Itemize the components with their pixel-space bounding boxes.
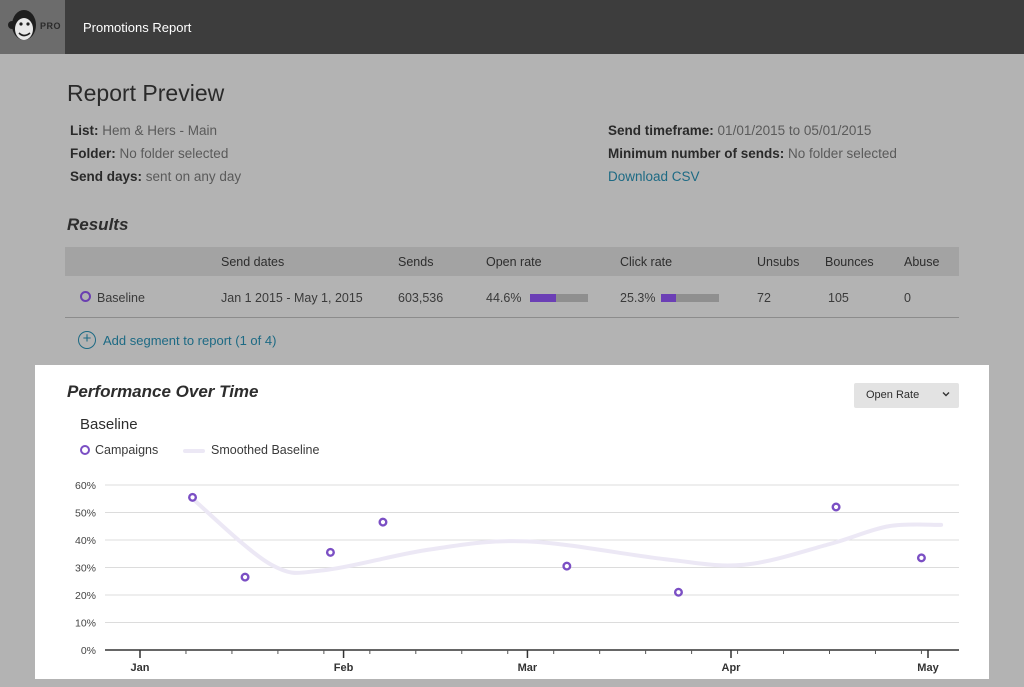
click-rate-bar	[661, 294, 719, 302]
campaign-point	[325, 547, 335, 557]
x-tick-label: Jan	[131, 662, 150, 674]
campaign-point	[673, 587, 683, 597]
list-meta: List: Hem & Hers - Main	[70, 123, 217, 138]
min-sends-label: Minimum number of sends:	[608, 146, 785, 161]
click-rate-cell: 25.3%	[620, 291, 656, 305]
folder-meta: Folder: No folder selected	[70, 146, 228, 161]
list-value: Hem & Hers - Main	[102, 123, 218, 138]
send-days-meta: Send days: sent on any day	[70, 169, 241, 184]
column-header-bounces[interactable]: Bounces	[825, 255, 874, 269]
click-rate-bar-fill	[661, 294, 676, 302]
min-sends-meta: Minimum number of sends: No folder selec…	[608, 146, 897, 161]
x-tick-label: May	[917, 662, 939, 674]
campaign-point	[562, 561, 572, 571]
column-header-send-dates[interactable]: Send dates	[221, 255, 284, 269]
send-days-label: Send days:	[70, 169, 143, 184]
folder-value: No folder selected	[119, 146, 229, 161]
x-tick-label: Mar	[518, 662, 538, 674]
y-tick-label: 30%	[75, 563, 96, 575]
logo[interactable]: PRO	[0, 0, 65, 54]
download-csv-link[interactable]: Download CSV	[608, 169, 700, 184]
send-dates-cell: Jan 1 2015 - May 1, 2015	[221, 291, 363, 305]
performance-panel: Performance Over Time Open Rate Baseline…	[35, 365, 989, 679]
y-tick-label: 20%	[75, 590, 96, 602]
sends-cell: 603,536	[398, 291, 444, 305]
folder-label: Folder:	[70, 146, 116, 161]
campaign-point	[378, 517, 388, 527]
table-row: Baseline Jan 1 2015 - May 1, 2015 603,53…	[65, 276, 959, 318]
page-title: Report Preview	[67, 80, 225, 106]
campaign-point	[831, 502, 841, 512]
timeframe-value: 01/01/2015 to 05/01/2015	[717, 123, 872, 138]
segment-marker-icon	[80, 291, 91, 302]
performance-chart: 0% 10% 20% 30% 40% 50% 60% Jan Feb Mar Apr May	[75, 480, 959, 674]
y-tick-label: 40%	[75, 535, 96, 547]
results-heading: Results	[67, 215, 129, 234]
monkey-logo-icon	[8, 10, 36, 40]
timeframe-meta: Send timeframe: 01/01/2015 to 05/01/2015	[608, 123, 871, 138]
min-sends-value: No folder selected	[788, 146, 897, 161]
y-tick-label: 50%	[75, 508, 96, 520]
campaign-point	[188, 492, 198, 502]
column-header-abuse[interactable]: Abuse	[904, 255, 939, 269]
open-rate-bar-fill	[530, 294, 556, 302]
bounces-cell: 105	[828, 291, 849, 305]
segment-name: Baseline	[97, 291, 145, 305]
app-title: Promotions Report	[83, 20, 192, 35]
list-label: List:	[70, 123, 99, 138]
column-header-unsubs[interactable]: Unsubs	[757, 255, 799, 269]
timeframe-label: Send timeframe:	[608, 123, 714, 138]
send-days-value: sent on any day	[145, 169, 242, 184]
y-tick-label: 60%	[75, 480, 96, 492]
add-segment-label: Add segment to report (1 of 4)	[103, 333, 277, 348]
open-rate-bar	[530, 294, 588, 302]
campaign-point	[916, 553, 926, 563]
open-rate-cell: 44.6%	[486, 291, 522, 305]
column-header-sends[interactable]: Sends	[398, 255, 433, 269]
column-header-click-rate[interactable]: Click rate	[620, 255, 672, 269]
plus-circle-icon: +	[78, 331, 96, 349]
y-tick-label: 10%	[75, 618, 96, 630]
x-tick-label: Apr	[722, 662, 742, 674]
x-tick-label: Feb	[334, 662, 354, 674]
top-bar: PRO Promotions Report	[0, 0, 1024, 54]
column-header-open-rate[interactable]: Open rate	[486, 255, 542, 269]
pro-badge: PRO	[40, 21, 62, 31]
campaign-point	[240, 572, 250, 582]
results-table-header: Send dates Sends Open rate Click rate Un…	[65, 247, 959, 276]
abuse-cell: 0	[904, 291, 911, 305]
unsubs-cell: 72	[757, 291, 771, 305]
y-tick-label: 0%	[81, 645, 96, 657]
